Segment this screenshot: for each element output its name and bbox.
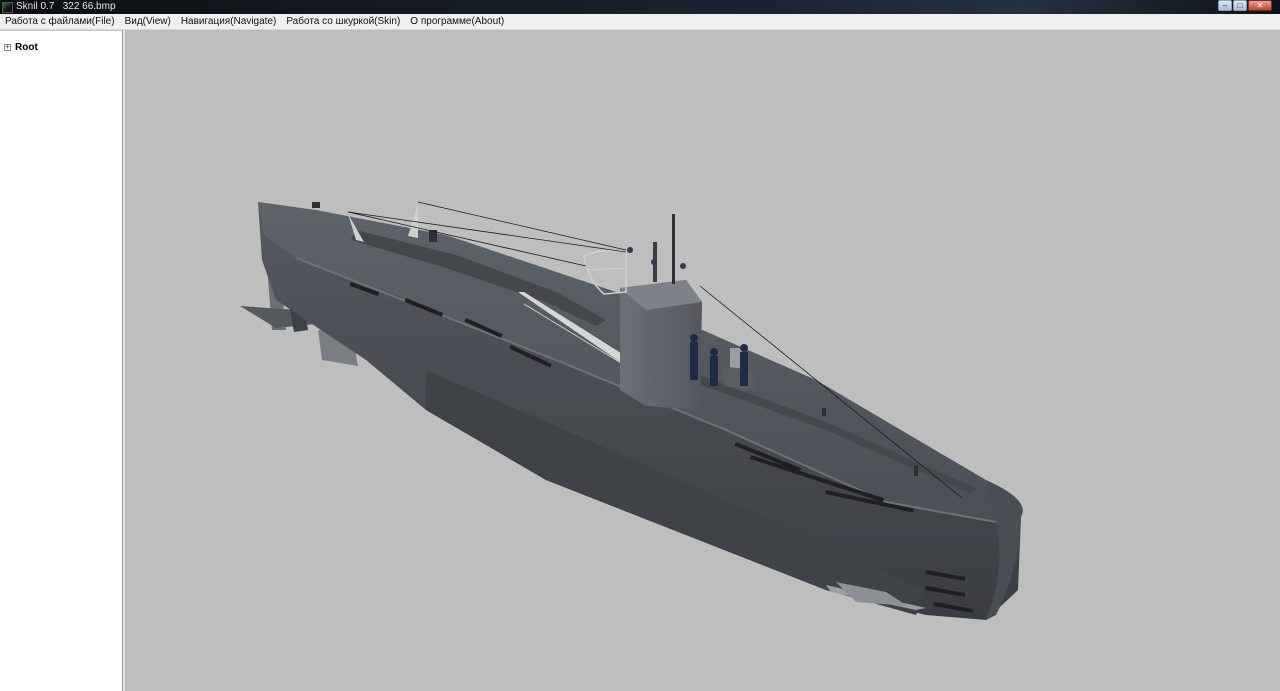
maximize-button[interactable]: □ — [1233, 0, 1247, 11]
menu-file[interactable]: Работа с файлами(File) — [0, 14, 120, 29]
tree-expand-icon[interactable]: + — [4, 44, 11, 51]
menu-about[interactable]: О программе(About) — [405, 14, 509, 29]
minimize-button[interactable]: – — [1218, 0, 1232, 11]
3d-viewport[interactable] — [126, 30, 1280, 691]
tree-node-label[interactable]: Root — [15, 42, 38, 53]
menu-view[interactable]: Вид(View) — [120, 14, 176, 29]
menu-navigate[interactable]: Навигация(Navigate) — [176, 14, 282, 29]
submarine-model — [240, 201, 1023, 620]
window-title: Sknil 0.7 322 66.bmp — [16, 1, 116, 12]
menu-bar: Работа с файлами(File) Вид(View) Навигац… — [0, 14, 1280, 30]
menu-skin[interactable]: Работа со шкуркой(Skin) — [281, 14, 405, 29]
hull — [258, 202, 1023, 620]
tree-node-root[interactable]: + Root — [4, 42, 38, 53]
title-bar: Sknil 0.7 322 66.bmp – □ ✕ — [0, 0, 1280, 14]
window-controls: – □ ✕ — [1217, 0, 1272, 12]
scene-tree-panel[interactable]: + Root — [0, 30, 123, 691]
close-button[interactable]: ✕ — [1248, 0, 1272, 11]
app-icon — [2, 1, 13, 13]
